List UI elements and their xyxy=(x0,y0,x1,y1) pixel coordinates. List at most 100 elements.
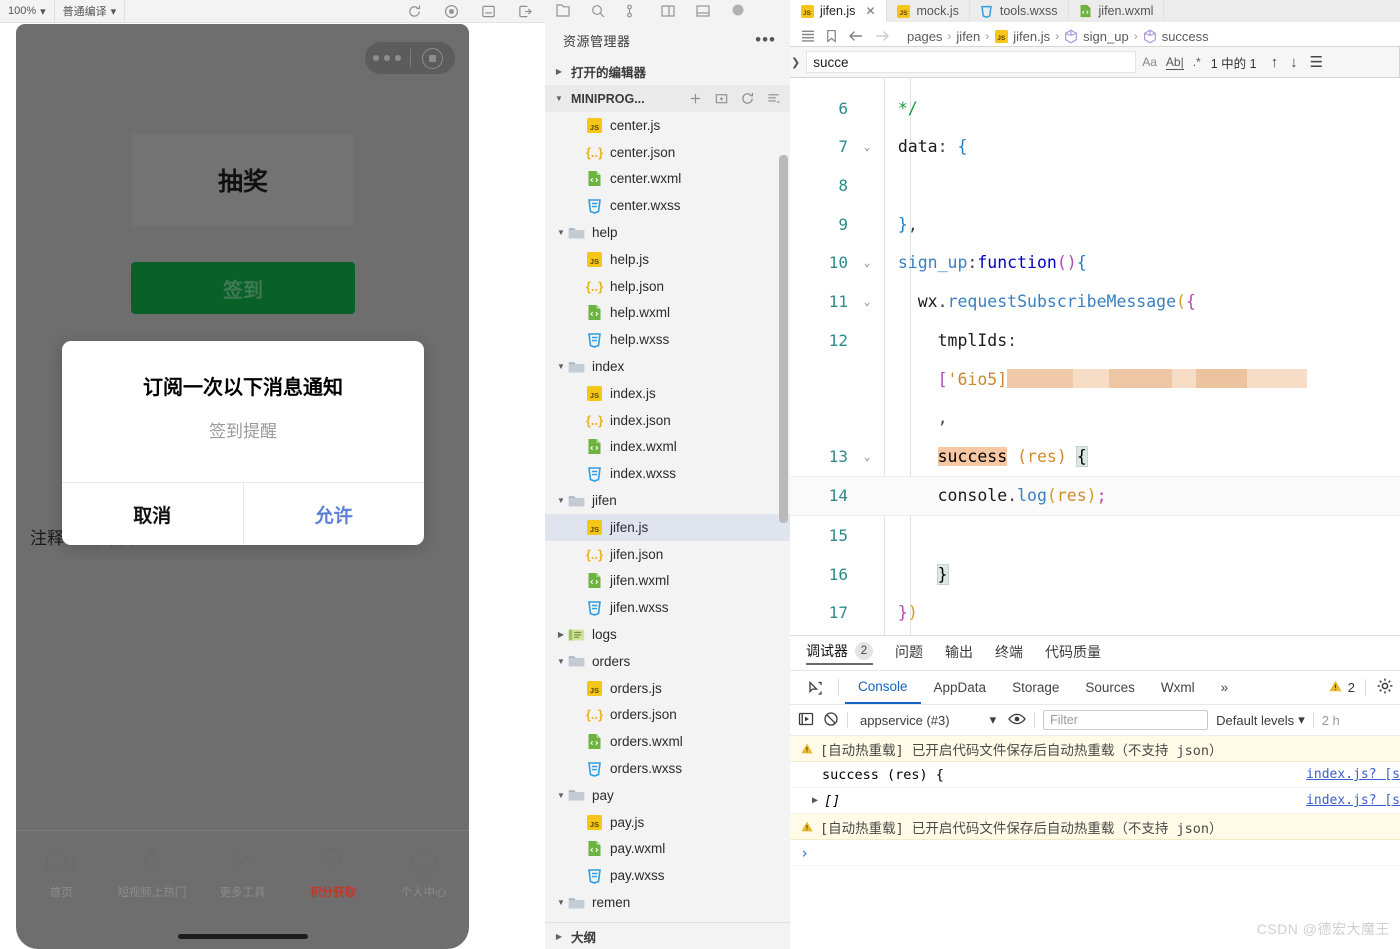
breadcrumb-item[interactable]: pages xyxy=(907,29,942,44)
use-regex-icon[interactable]: .* xyxy=(1193,55,1201,69)
panel-tab[interactable]: 问题 xyxy=(895,642,923,664)
tree-file[interactable]: JS help.js xyxy=(545,246,790,273)
breadcrumb-item[interactable]: JS jifen.js xyxy=(994,29,1050,44)
editor-tab[interactable]: tools.wxss xyxy=(969,0,1069,22)
console-filter-input[interactable]: Filter xyxy=(1043,710,1209,730)
tree-file[interactable]: orders.wxml xyxy=(545,728,790,755)
console-context-select[interactable]: appservice (#3) ▾ xyxy=(856,712,1000,728)
devtools-tabs[interactable]: Console AppData Storage Sources Wxml» xyxy=(845,671,1241,704)
match-case-icon[interactable]: Aa xyxy=(1142,55,1157,69)
code-line[interactable]: 10 ⌄ sign_up:function(){ xyxy=(790,243,1400,282)
fold-chevron-icon[interactable]: ⌄ xyxy=(856,256,878,269)
stop-icon[interactable] xyxy=(444,4,459,19)
run-icon[interactable] xyxy=(798,711,815,730)
tree-file[interactable]: JS orders.js xyxy=(545,675,790,702)
tree-file[interactable]: JS jifen.js xyxy=(545,513,790,541)
refresh-icon[interactable] xyxy=(740,91,755,106)
devtools-tabstrip[interactable]: Console AppData Storage Sources Wxml» 2 xyxy=(790,671,1400,705)
tree-file[interactable]: {..} index.json xyxy=(545,407,790,434)
section-outline[interactable]: ▶ 大纲 xyxy=(545,922,790,949)
console-message[interactable]: success (res) {index.js? [s xyxy=(790,762,1400,788)
toggle-replace-icon[interactable]: ❯ xyxy=(791,56,800,69)
collapse-all-icon[interactable] xyxy=(766,91,781,106)
source-control-icon[interactable] xyxy=(625,3,641,19)
file-tree[interactable]: JS center.js {..} center.json center.wxml cen… xyxy=(545,112,790,923)
tree-file[interactable]: {..} help.json xyxy=(545,273,790,300)
code-line[interactable]: 6 */ xyxy=(790,89,1400,128)
clear-console-icon[interactable] xyxy=(823,711,839,730)
devtools-tab[interactable]: Storage xyxy=(999,672,1072,703)
outline-icon[interactable] xyxy=(800,28,816,44)
tree-folder[interactable]: ▼ jifen xyxy=(545,487,790,514)
ellipsis-icon[interactable]: ••• xyxy=(755,31,776,48)
code-line[interactable]: 8 xyxy=(790,166,1400,205)
tree-file[interactable]: index.wxml xyxy=(545,434,790,461)
find-more-icon[interactable]: ☰ xyxy=(1310,53,1323,71)
clear-cache-icon[interactable] xyxy=(481,4,496,19)
panel-tab[interactable]: 输出 xyxy=(945,642,973,664)
section-project[interactable]: ▼ MINIPROG... xyxy=(545,85,790,112)
code-line[interactable]: 7 ⌄ data: { xyxy=(790,127,1400,166)
code-line[interactable]: 16 } xyxy=(790,555,1400,594)
console-message-source[interactable]: index.js? [s xyxy=(1306,767,1400,782)
console-message[interactable]: [自动热重载] 已开启代码文件保存后自动热重载（不支持 json） xyxy=(790,736,1400,762)
editor-tab[interactable]: jifen.wxml xyxy=(1068,0,1165,22)
zoom-select[interactable]: 100% ▾ xyxy=(0,0,55,22)
breadcrumb-item[interactable]: jifen xyxy=(956,29,980,44)
close-icon[interactable]: ✕ xyxy=(865,4,875,18)
editor-tab[interactable]: JS jifen.js ✕ xyxy=(790,0,887,22)
editor-tab[interactable]: JS mock.js xyxy=(886,0,970,22)
tree-file[interactable]: help.wxss xyxy=(545,326,790,353)
bookmark-icon[interactable] xyxy=(824,28,839,44)
tree-file[interactable]: {..} center.json xyxy=(545,139,790,166)
tree-file[interactable]: center.wxml xyxy=(545,166,790,193)
tree-folder[interactable]: ▼ remen xyxy=(545,889,790,916)
breadcrumb-items[interactable]: pages › jifen › JS jifen.js › sign_up › success xyxy=(907,29,1209,44)
find-next-icon[interactable]: ↓ xyxy=(1290,54,1298,71)
new-folder-icon[interactable] xyxy=(714,91,729,106)
panel-tab[interactable]: 调试器 2 xyxy=(806,641,873,665)
console-message-source[interactable]: index.js? [s xyxy=(1306,793,1400,808)
split-view-icon[interactable] xyxy=(660,3,676,19)
inspect-element-icon[interactable] xyxy=(798,680,832,696)
code-line[interactable]: 12 tmplIds: xyxy=(790,321,1400,360)
explorer-activity-icon[interactable] xyxy=(555,3,571,19)
forward-arrow-icon[interactable] xyxy=(873,28,891,44)
compile-mode-select[interactable]: 普通编译 ▾ xyxy=(55,0,126,22)
search-activity-icon[interactable] xyxy=(590,3,606,19)
find-widget[interactable]: ❯ succe Aa Ab| .* 1 中的 1 ↑ ↓ ☰ xyxy=(790,46,1400,78)
panel-view-icon[interactable] xyxy=(695,3,711,19)
new-file-icon[interactable] xyxy=(688,91,703,106)
cancel-button[interactable]: 取消 xyxy=(62,483,243,545)
tree-folder[interactable]: ▼ help xyxy=(545,219,790,246)
editor-tabstrip[interactable]: JS jifen.js ✕ JS mock.js tools.wxss jifen.wxml xyxy=(790,0,1400,22)
tree-file[interactable]: center.wxss xyxy=(545,192,790,219)
tabbar-item-points[interactable]: 积分获取 xyxy=(290,845,376,900)
allow-button[interactable]: 允许 xyxy=(242,483,425,545)
fold-chevron-icon[interactable]: ⌄ xyxy=(856,450,878,463)
tree-file[interactable]: pay.wxml xyxy=(545,836,790,863)
console-output[interactable]: [自动热重载] 已开启代码文件保存后自动热重载（不支持 json） success… xyxy=(790,736,1400,866)
console-message[interactable]: [自动热重载] 已开启代码文件保存后自动热重载（不支持 json） xyxy=(790,814,1400,840)
tree-file[interactable]: {..} orders.json xyxy=(545,702,790,729)
tree-file[interactable]: JS center.js xyxy=(545,112,790,139)
console-message[interactable]: ▶ [] index.js? [s xyxy=(790,788,1400,814)
devtools-tab[interactable]: Wxml xyxy=(1148,672,1208,703)
upload-icon[interactable] xyxy=(518,4,533,19)
warning-count-badge[interactable]: 2 xyxy=(1328,679,1355,696)
code-line[interactable]: 11 ⌄ wx.requestSubscribeMessage({ xyxy=(790,282,1400,321)
breadcrumb-item[interactable]: sign_up xyxy=(1064,29,1129,44)
tabbar-item-home[interactable]: 首页 xyxy=(18,845,104,900)
find-previous-icon[interactable]: ↑ xyxy=(1271,54,1279,71)
code-line[interactable]: 9 }, xyxy=(790,205,1400,244)
devtools-tab[interactable]: Console xyxy=(845,671,921,704)
account-icon[interactable] xyxy=(730,3,746,19)
tree-folder[interactable]: ▼ orders xyxy=(545,648,790,675)
tree-file[interactable]: jifen.wxml xyxy=(545,568,790,595)
log-level-select[interactable]: Default levels ▾ xyxy=(1216,712,1305,728)
explorer-scrollbar[interactable] xyxy=(779,155,788,523)
refresh-icon[interactable] xyxy=(407,4,422,19)
tabbar-item-short-video[interactable]: 短视频上热门 xyxy=(109,845,195,900)
code-line[interactable]: 14 console.log(res); xyxy=(790,475,1400,517)
tree-file[interactable]: {..} jifen.json xyxy=(545,541,790,568)
